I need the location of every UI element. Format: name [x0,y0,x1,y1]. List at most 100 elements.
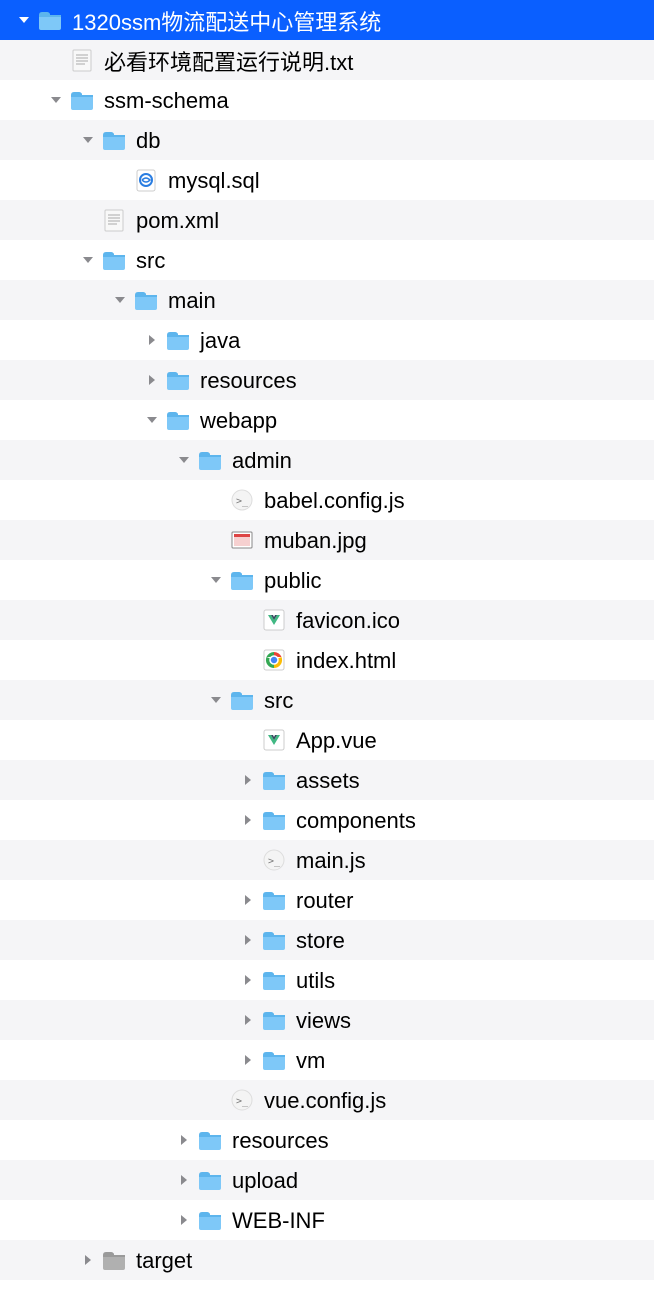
chevron-right-icon[interactable] [238,970,258,990]
folder-icon [260,1006,288,1034]
tree-row[interactable]: webapp [0,400,654,440]
folder-icon [164,326,192,354]
chevron-down-icon[interactable] [110,290,130,310]
txt-icon [100,206,128,234]
folder-icon [196,1126,224,1154]
tree-row[interactable]: admin [0,440,654,480]
chevron-right-icon[interactable] [238,770,258,790]
folder-icon [196,1206,224,1234]
chevron-right-icon[interactable] [238,1010,258,1030]
folder-icon [164,366,192,394]
tree-row[interactable]: resources [0,360,654,400]
tree-row[interactable]: babel.config.js [0,480,654,520]
chevron-down-icon[interactable] [206,570,226,590]
tree-row[interactable]: 1320ssm物流配送中心管理系统 [0,0,654,40]
tree-row[interactable]: favicon.ico [0,600,654,640]
folder-icon [196,1166,224,1194]
js-icon [228,1086,256,1114]
tree-row[interactable]: src [0,680,654,720]
folder-icon [260,966,288,994]
chevron-right-icon[interactable] [78,1250,98,1270]
folder-icon [68,86,96,114]
tree-row[interactable]: upload [0,1160,654,1200]
tree-item-label: src [136,247,165,274]
tree-item-label: target [136,1247,192,1274]
sql-icon [132,166,160,194]
folder-icon [228,686,256,714]
chevron-down-icon[interactable] [142,410,162,430]
chevron-right-icon[interactable] [174,1170,194,1190]
tree-row[interactable]: index.html [0,640,654,680]
folder-icon [228,566,256,594]
tree-row[interactable]: views [0,1000,654,1040]
tree-row[interactable]: db [0,120,654,160]
tree-row[interactable]: 必看环境配置运行说明.txt [0,40,654,80]
chevron-right-icon[interactable] [238,810,258,830]
chevron-right-icon[interactable] [238,1050,258,1070]
tree-row[interactable]: vue.config.js [0,1080,654,1120]
tree-item-label: java [200,327,240,354]
folder-icon [260,766,288,794]
tree-item-label: vue.config.js [264,1087,386,1114]
chevron-right-icon[interactable] [174,1210,194,1230]
tree-item-label: components [296,807,416,834]
tree-row[interactable]: muban.jpg [0,520,654,560]
folder-icon [260,806,288,834]
tree-item-label: resources [232,1127,329,1154]
tree-row[interactable]: public [0,560,654,600]
tree-row[interactable]: components [0,800,654,840]
tree-row[interactable]: main [0,280,654,320]
tree-row[interactable]: router [0,880,654,920]
tree-item-label: main.js [296,847,366,874]
tree-row[interactable]: pom.xml [0,200,654,240]
chevron-down-icon[interactable] [14,10,34,30]
tree-row[interactable]: vm [0,1040,654,1080]
tree-item-label: store [296,927,345,954]
vue-icon [260,726,288,754]
tree-item-label: favicon.ico [296,607,400,634]
tree-item-label: 1320ssm物流配送中心管理系统 [72,4,381,37]
file-tree[interactable]: 1320ssm物流配送中心管理系统必看环境配置运行说明.txtssm-schem… [0,0,654,1280]
chevron-down-icon[interactable] [206,690,226,710]
tree-row[interactable]: utils [0,960,654,1000]
folder-icon [260,926,288,954]
tree-row[interactable]: assets [0,760,654,800]
tree-row[interactable]: java [0,320,654,360]
tree-row[interactable]: target [0,1240,654,1280]
chevron-right-icon[interactable] [174,1130,194,1150]
tree-row[interactable]: mysql.sql [0,160,654,200]
tree-item-label: main [168,287,216,314]
tree-item-label: upload [232,1167,298,1194]
folder-icon [100,126,128,154]
tree-item-label: resources [200,367,297,394]
chevron-right-icon[interactable] [238,930,258,950]
tree-row[interactable]: main.js [0,840,654,880]
folder-icon [132,286,160,314]
tree-item-label: src [264,687,293,714]
txt-icon [68,46,96,74]
chevron-down-icon[interactable] [78,130,98,150]
chevron-down-icon[interactable] [46,90,66,110]
tree-row[interactable]: WEB-INF [0,1200,654,1240]
chevron-down-icon[interactable] [174,450,194,470]
tree-item-label: muban.jpg [264,527,367,554]
tree-row[interactable]: resources [0,1120,654,1160]
folder-gray-icon [100,1246,128,1274]
tree-item-label: vm [296,1047,325,1074]
tree-row[interactable]: App.vue [0,720,654,760]
tree-row[interactable]: ssm-schema [0,80,654,120]
tree-row[interactable]: store [0,920,654,960]
chevron-right-icon[interactable] [142,330,162,350]
chevron-right-icon[interactable] [142,370,162,390]
chevron-right-icon[interactable] [238,890,258,910]
tree-item-label: App.vue [296,727,377,754]
tree-item-label: index.html [296,647,396,674]
chevron-down-icon[interactable] [78,250,98,270]
tree-item-label: db [136,127,160,154]
tree-item-label: router [296,887,353,914]
chrome-icon [260,646,288,674]
folder-icon [196,446,224,474]
js-icon [228,486,256,514]
tree-row[interactable]: src [0,240,654,280]
tree-item-label: WEB-INF [232,1207,325,1234]
